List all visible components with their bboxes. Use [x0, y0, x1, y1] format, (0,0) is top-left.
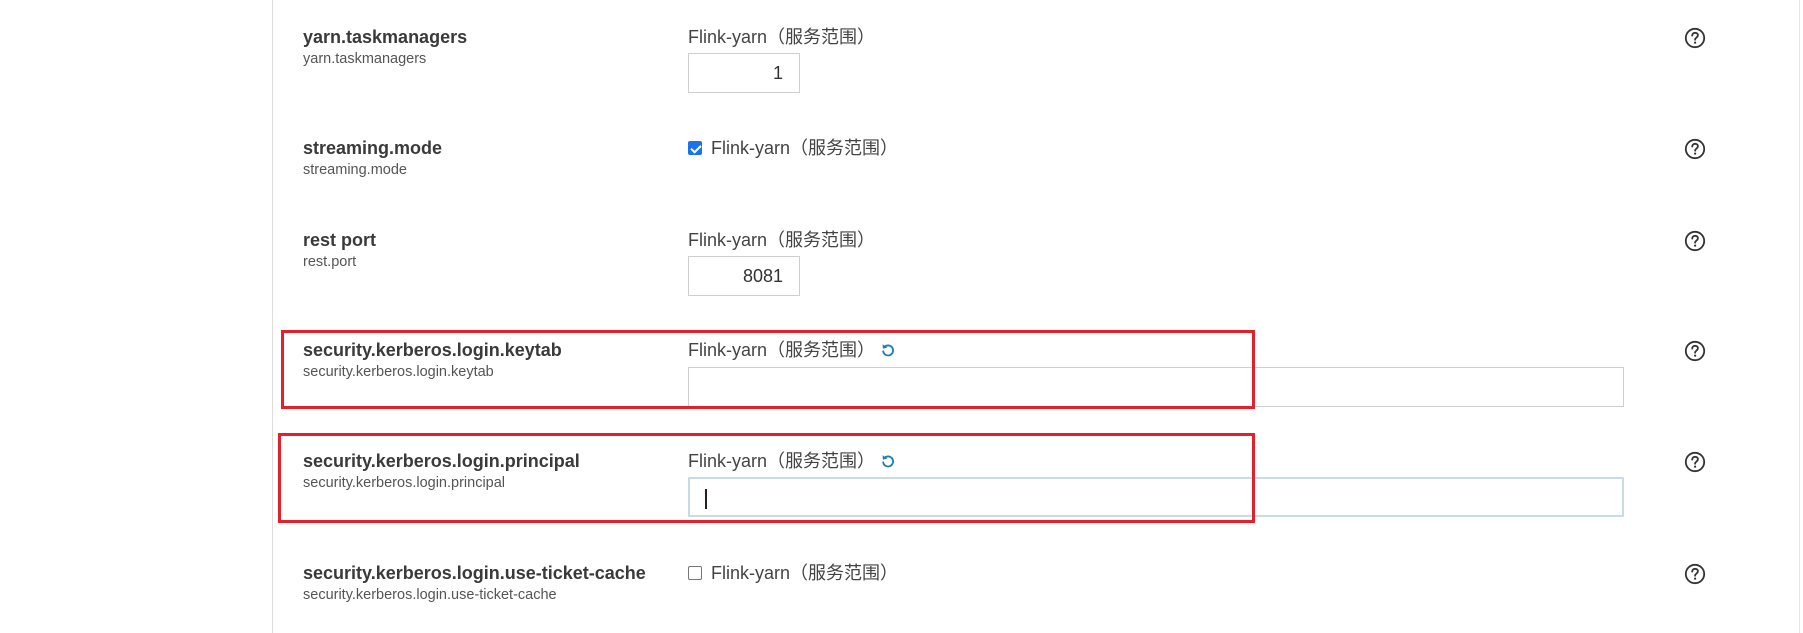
- help-circle-icon[interactable]: [1684, 563, 1706, 585]
- ticket-cache-checkbox-field[interactable]: Flink-yarn（服务范围）: [688, 562, 898, 584]
- scope-label: Flink-yarn（服务范围）: [711, 563, 899, 583]
- content-right-border: [1799, 0, 1800, 633]
- config-key: rest.port: [303, 254, 357, 270]
- config-label: streaming.mode streaming.mode: [303, 137, 442, 179]
- highlight-box-keytab: [281, 330, 1255, 409]
- config-title: yarn.taskmanagers: [303, 27, 468, 47]
- config-key: streaming.mode: [303, 162, 407, 178]
- config-key: security.kerberos.login.use-ticket-cache: [303, 587, 557, 603]
- help-circle-icon[interactable]: [1684, 138, 1706, 160]
- config-label: yarn.taskmanagers yarn.taskmanagers: [303, 26, 467, 68]
- config-label: security.kerberos.login.use-ticket-cache…: [303, 562, 646, 604]
- config-title: rest port: [303, 230, 377, 250]
- taskmanagers-input[interactable]: 1: [688, 53, 800, 93]
- streaming-mode-checkbox[interactable]: [688, 141, 702, 155]
- config-key: yarn.taskmanagers: [303, 51, 427, 67]
- rest-port-input[interactable]: 8081: [688, 256, 800, 296]
- highlight-box-principal: [278, 433, 1255, 523]
- scope-label: Flink-yarn（服务范围）: [711, 138, 899, 158]
- config-title: streaming.mode: [303, 138, 443, 158]
- help-circle-icon[interactable]: [1684, 230, 1706, 252]
- scope-label: Flink-yarn（服务范围）: [688, 27, 876, 47]
- help-circle-icon[interactable]: [1684, 27, 1706, 49]
- config-label: rest port rest.port: [303, 229, 376, 271]
- ticket-cache-checkbox[interactable]: [688, 566, 702, 580]
- streaming-mode-checkbox-field[interactable]: Flink-yarn（服务范围）: [688, 137, 898, 159]
- config-title: security.kerberos.login.use-ticket-cache: [303, 563, 646, 583]
- help-circle-icon[interactable]: [1684, 451, 1706, 473]
- help-circle-icon[interactable]: [1684, 340, 1706, 362]
- content-left-border: [272, 0, 273, 633]
- scope-label: Flink-yarn（服务范围）: [688, 230, 876, 250]
